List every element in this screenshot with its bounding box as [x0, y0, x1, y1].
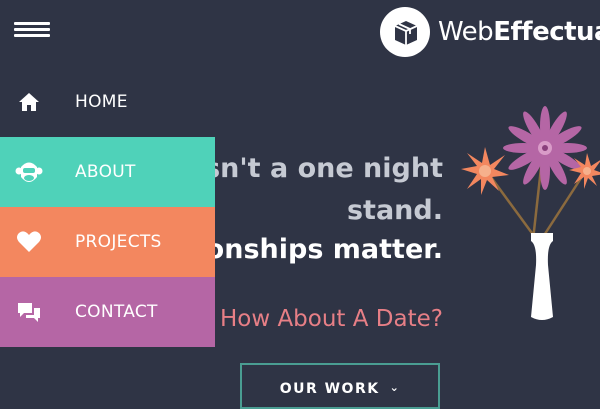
menu-item-home[interactable]: HOME — [0, 67, 215, 137]
side-menu: HOME ABOUT PROJECTS CONTACT — [0, 67, 215, 347]
brand-bold: Effectual — [493, 17, 600, 47]
menu-item-projects[interactable]: PROJECTS — [0, 207, 215, 277]
heart-icon — [14, 227, 44, 257]
home-icon — [14, 87, 44, 117]
brand-logo[interactable]: WebEffectual — [380, 7, 600, 57]
date-tagline: o, How About A Date? — [191, 306, 443, 332]
brand-name: WebEffectual — [438, 17, 600, 47]
menu-item-label: ABOUT — [75, 162, 136, 182]
menu-item-about[interactable]: ABOUT — [0, 137, 215, 207]
our-work-button[interactable]: OUR WORK ⌄ — [240, 363, 440, 409]
hero-line-2: stand. — [346, 195, 443, 226]
chevron-down-icon: ⌄ — [389, 381, 401, 394]
hamburger-icon[interactable] — [14, 22, 50, 38]
hero-line-3: tionships matter. — [183, 234, 443, 265]
menu-item-label: HOME — [75, 92, 128, 112]
chat-icon — [14, 297, 44, 327]
box-logo-icon — [380, 7, 430, 57]
menu-item-label: CONTACT — [75, 302, 158, 322]
menu-item-label: PROJECTS — [75, 232, 162, 252]
menu-item-contact[interactable]: CONTACT — [0, 277, 215, 347]
flower-vase-illustration — [461, 106, 600, 320]
monkey-icon — [14, 157, 44, 187]
brand-prefix: Web — [438, 17, 494, 47]
our-work-label: OUR WORK — [279, 381, 380, 397]
